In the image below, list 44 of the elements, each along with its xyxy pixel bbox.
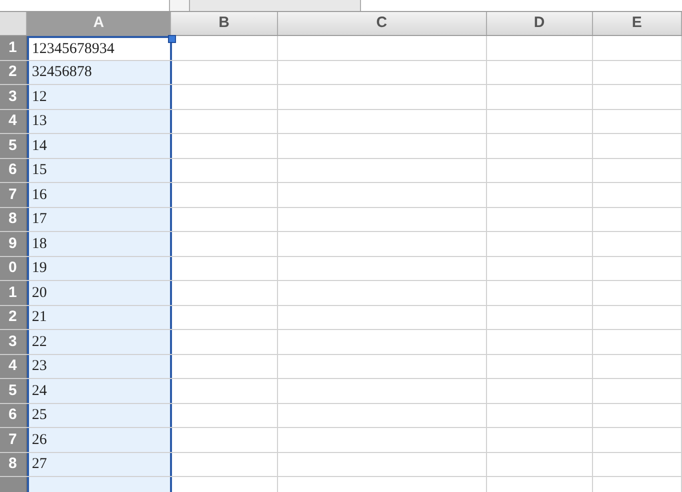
- row-header[interactable]: 8: [0, 452, 27, 476]
- table-cell: 22: [26, 330, 172, 354]
- row-header[interactable]: 3: [0, 85, 27, 108]
- table-cell: 23: [26, 354, 172, 378]
- row-header[interactable]: 0: [0, 256, 27, 280]
- table-cell: 20: [26, 281, 172, 304]
- row-header[interactable]: 4: [0, 110, 27, 133]
- row-header[interactable]: 6: [0, 158, 27, 182]
- select-all-corner[interactable]: [0, 12, 27, 35]
- table-cell: 21: [26, 306, 172, 329]
- row-header[interactable]: 2: [0, 306, 27, 329]
- formula-field[interactable]: [360, 0, 682, 11]
- row-header[interactable]: 5: [0, 379, 27, 402]
- table-cell: 14: [26, 134, 172, 158]
- column-header[interactable]: E: [592, 12, 682, 35]
- table-cell: 26: [26, 428, 172, 452]
- column-header[interactable]: C: [278, 12, 487, 35]
- row-header[interactable]: 8: [0, 208, 27, 231]
- row-header[interactable]: 7: [0, 183, 27, 206]
- row-header[interactable]: 6: [0, 404, 27, 427]
- table-cell: 17: [26, 208, 172, 231]
- row-header[interactable]: 1: [0, 281, 27, 304]
- table-cell: 32456878: [26, 60, 172, 84]
- row-header[interactable]: 1: [0, 36, 27, 60]
- column-header[interactable]: D: [486, 12, 593, 35]
- table-cell: 18: [26, 232, 172, 256]
- row-header[interactable]: 5: [0, 134, 27, 158]
- name-box[interactable]: [0, 0, 170, 11]
- table-cell: 19: [26, 256, 172, 280]
- row-header[interactable]: 4: [0, 354, 27, 378]
- table-cell: 24: [26, 379, 172, 402]
- fill-handle-icon[interactable]: [168, 35, 176, 43]
- table-cell: 13: [26, 110, 172, 133]
- table-cell: 25: [26, 404, 172, 427]
- column-header[interactable]: A: [26, 12, 172, 35]
- table-cell: 12: [26, 85, 172, 108]
- row-header[interactable]: 9: [0, 232, 27, 256]
- table-cell: 15: [26, 158, 172, 182]
- row-header[interactable]: 2: [0, 60, 27, 84]
- table-cell: 27: [26, 452, 172, 476]
- dropdown-button[interactable]: [170, 0, 190, 11]
- row-header[interactable]: 3: [0, 330, 27, 354]
- table-cell: 16: [26, 183, 172, 206]
- row-header[interactable]: 7: [0, 428, 27, 452]
